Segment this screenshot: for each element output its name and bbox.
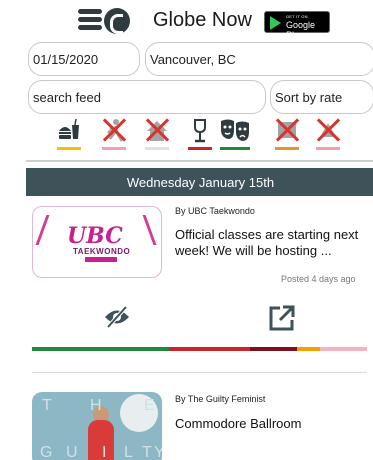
card-byline: By The Guilty Feminist — [175, 394, 266, 404]
feed-date-header: Wednesday January 15th — [26, 168, 373, 196]
card-byline: By UBC Taekwondo — [175, 206, 255, 216]
rating-segment — [169, 347, 250, 351]
category-other[interactable] — [316, 117, 340, 151]
search-placeholder: search feed — [33, 89, 101, 105]
date-input[interactable]: 01/15/2020 — [28, 42, 140, 76]
header-divider — [26, 160, 373, 162]
disabled-x-icon — [316, 117, 340, 143]
event-thumbnail[interactable]: THEGUILTY — [32, 392, 162, 460]
rating-segment — [296, 347, 321, 351]
category-arts[interactable] — [220, 117, 250, 151]
external-link-icon[interactable] — [268, 304, 296, 332]
rating-segment — [32, 347, 170, 351]
category-food-drink[interactable] — [57, 117, 81, 151]
city-input-value: Vancouver, BC — [150, 51, 236, 67]
event-thumbnail[interactable]: UBC TAEKWONDO — [32, 206, 162, 278]
card-text[interactable]: Commodore Ballroom — [175, 416, 370, 432]
category-community[interactable] — [145, 117, 169, 151]
disabled-x-icon — [145, 117, 169, 143]
thumb-letter: T — [42, 397, 54, 414]
category-bar — [188, 147, 212, 150]
thumb-subtitle: TAEKWONDO — [73, 247, 131, 256]
card-text[interactable]: Official classes are starting next week!… — [175, 227, 370, 259]
category-bar — [102, 147, 126, 150]
thumb-band — [85, 257, 117, 262]
disabled-x-icon — [275, 117, 299, 143]
app-title: Globe Now — [153, 9, 252, 31]
category-bar — [316, 147, 340, 150]
thumb-letter: H — [90, 397, 104, 414]
category-bar — [220, 147, 250, 150]
sort-select-value: Sort by rate — [275, 89, 343, 105]
search-input[interactable]: search feed — [28, 80, 266, 114]
badge-small-text: GET IT ON — [286, 14, 308, 19]
sort-select[interactable]: Sort by rate — [270, 80, 373, 114]
theater-masks-icon — [221, 119, 249, 141]
rating-segment — [249, 347, 297, 351]
rating-bar — [32, 347, 367, 351]
rating-segment — [320, 347, 367, 351]
thumb-letter: E — [144, 397, 157, 414]
badge-big-text: Google Play — [286, 20, 316, 40]
thumb-decoration — [127, 215, 157, 245]
category-sports[interactable] — [102, 117, 126, 151]
thumb-letter: L — [124, 444, 135, 460]
category-bar — [57, 147, 81, 150]
thumb-title: UBC — [67, 223, 123, 249]
category-bar — [275, 147, 299, 150]
thumb-decoration — [35, 215, 65, 245]
google-play-badge[interactable]: GET IT ON Google Play — [264, 11, 330, 40]
disabled-x-icon — [102, 117, 126, 143]
wine-glass-icon — [194, 119, 206, 143]
thumb-letter: I — [102, 444, 109, 460]
thumb-figure — [88, 420, 114, 460]
app-header: Globe Now GET IT ON Google Play — [0, 0, 373, 40]
category-music[interactable] — [275, 117, 299, 151]
thumb-letter: U — [66, 444, 80, 460]
play-store-icon — [270, 16, 281, 30]
hamburger-menu-icon[interactable] — [78, 9, 102, 31]
eye-slash-icon[interactable] — [103, 306, 131, 328]
burger-cup-icon — [59, 118, 79, 139]
thumb-letter: Y — [154, 444, 162, 460]
card-divider — [32, 372, 367, 373]
thumb-letter: T — [142, 444, 154, 460]
date-input-value: 01/15/2020 — [33, 51, 99, 67]
card-posted-time: Posted 4 days ago — [281, 274, 356, 284]
thumb-letter: G — [40, 444, 55, 460]
city-input[interactable]: Vancouver, BC — [145, 42, 373, 76]
category-bar — [145, 147, 169, 150]
globe-now-logo-icon[interactable] — [104, 8, 130, 34]
category-nightlife[interactable] — [188, 117, 212, 151]
